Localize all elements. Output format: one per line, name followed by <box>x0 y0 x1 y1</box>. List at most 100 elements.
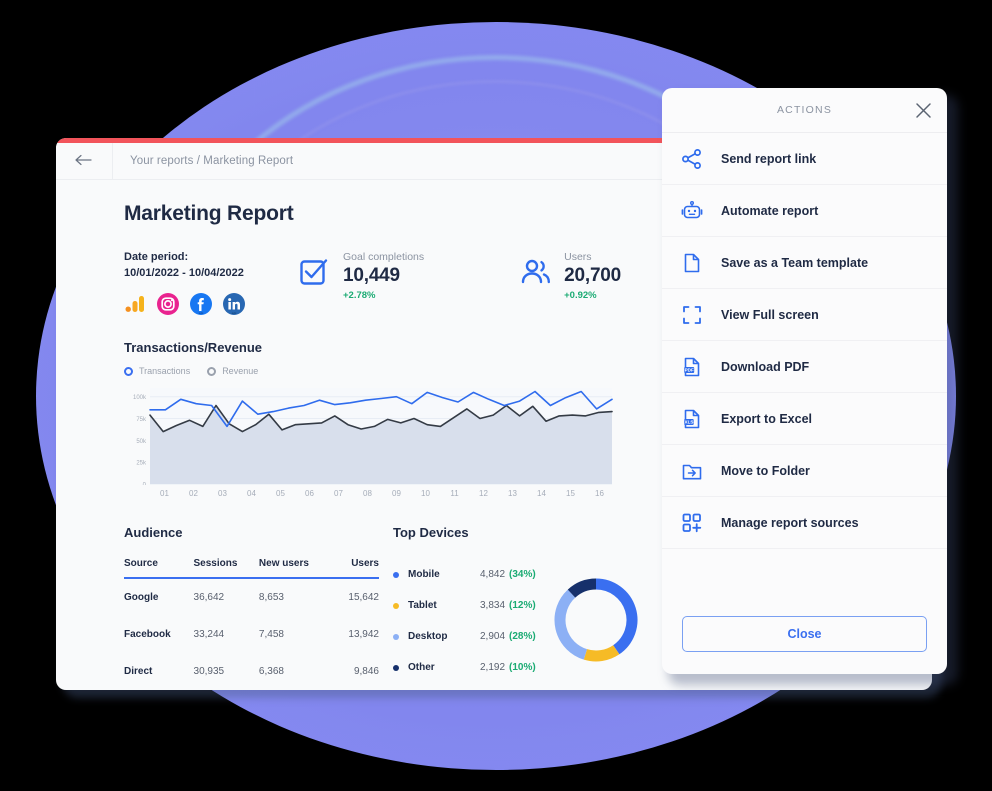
chart-x-tick-label: 15 <box>566 489 575 498</box>
date-period-block: Date period: 10/01/2022 - 10/04/2022 ads… <box>124 251 299 315</box>
chart-x-tick-label: 01 <box>160 489 169 498</box>
device-name: Mobile <box>408 569 440 580</box>
chart-y-tick-label: 25k <box>136 461 147 467</box>
action-item-export-to-excel[interactable]: XLS Export to Excel <box>662 393 947 445</box>
fullscreen-icon <box>681 304 703 326</box>
chart-y-tick-label: 100k <box>133 395 147 401</box>
chart-y-tick-label: 50k <box>136 439 147 445</box>
linkedin-ads-icon[interactable]: ads <box>223 293 245 315</box>
action-item-send-report-link[interactable]: Send report link <box>662 133 947 185</box>
legend-marker-icon <box>207 366 217 376</box>
chart-x-tick-label: 07 <box>334 489 343 498</box>
device-color-dot <box>393 633 399 640</box>
chart-x-tick-label: 10 <box>421 489 430 498</box>
donut-segment <box>567 578 597 598</box>
metric-goal-completions: Goal completions 10,449 +2.78% <box>299 251 424 301</box>
chart-x-tick-label: 02 <box>189 489 198 498</box>
chart-x-tick-label: 16 <box>595 489 604 498</box>
table-cell: 15,642 <box>348 592 379 603</box>
device-value: 4,842 <box>480 569 506 580</box>
legend-item-transactions[interactable]: Transactions <box>124 366 190 376</box>
chart-x-axis: 01 02 03 04 05 06 07 08 09 10 11 12 13 14 15 16 <box>150 489 614 498</box>
action-item-label: View Full screen <box>721 307 819 322</box>
action-item-automate-report[interactable]: Automate report <box>662 185 947 237</box>
chart-x-tick-label: 11 <box>450 489 459 498</box>
action-item-download-pdf[interactable]: PDF Download PDF <box>662 341 947 393</box>
action-item-move-to-folder[interactable]: Move to Folder <box>662 445 947 497</box>
action-item-view-full-screen[interactable]: View Full screen <box>662 289 947 341</box>
chart-y-tick-label: 75k <box>136 417 147 423</box>
metric-delta: +2.78% <box>343 290 376 301</box>
audience-title: Audience <box>124 525 183 540</box>
action-item-manage-report-sources[interactable]: Manage report sources <box>662 497 947 549</box>
device-value: 2,192 <box>480 662 506 673</box>
device-color-dot <box>393 571 399 578</box>
chart-legend: Transactions Revenue <box>124 366 614 376</box>
date-period-value: 10/01/2022 - 10/04/2022 <box>124 267 244 279</box>
metric-label: Users <box>564 251 592 263</box>
device-name: Other <box>408 662 435 673</box>
actions-panel-header: ACTIONS <box>662 88 947 133</box>
back-button[interactable] <box>56 143 113 179</box>
document-icon <box>681 252 703 274</box>
users-icon <box>520 257 551 288</box>
goal-check-icon <box>299 257 330 288</box>
metric-users: Users 20,700 +0.92% <box>520 251 621 301</box>
table-cell: 6,368 <box>258 666 284 677</box>
table-row: Direct 30,935 6,368 9,846 <box>124 653 379 690</box>
column-header: Users <box>351 558 379 569</box>
google-analytics-icon[interactable] <box>124 293 146 315</box>
svg-text:ads: ads <box>199 311 204 315</box>
table-cell: 8,653 <box>258 592 284 603</box>
pdf-file-icon: PDF <box>681 356 703 378</box>
facebook-ads-icon[interactable]: ads <box>190 293 212 315</box>
device-name: Desktop <box>408 631 448 642</box>
date-period-label: Date period: <box>124 251 189 263</box>
metric-delta: +0.92% <box>564 290 597 301</box>
table-cell: 30,935 <box>193 666 225 677</box>
close-icon[interactable] <box>914 101 933 120</box>
table-cell-source: Google <box>124 592 159 603</box>
action-item-save-as-a-team-template[interactable]: Save as a Team template <box>662 237 947 289</box>
action-item-label: Send report link <box>721 151 817 166</box>
table-cell-source: Facebook <box>124 629 171 640</box>
chart-x-tick-label: 03 <box>218 489 227 498</box>
close-button[interactable]: Close <box>682 616 927 652</box>
table-header-row: Source Sessions New users Users <box>124 558 379 578</box>
actions-panel-title: ACTIONS <box>776 104 833 116</box>
device-percent: (28%) <box>509 631 536 642</box>
share-icon <box>681 148 703 170</box>
action-item-label: Manage report sources <box>721 515 859 530</box>
breadcrumb[interactable]: Your reports / Marketing Report <box>113 155 293 167</box>
table-cell-source: Direct <box>124 666 153 677</box>
device-percent: (10%) <box>509 662 536 673</box>
legend-item-revenue[interactable]: Revenue <box>207 366 258 376</box>
move-folder-icon <box>681 460 703 482</box>
transactions-revenue-chart: Transactions/Revenue Transactions Revenu… <box>124 340 614 498</box>
top-devices-panel: Top Devices Mobile 4,842 (34%) Tablet 3,834(… <box>393 525 643 690</box>
legend-label: Revenue <box>222 366 259 376</box>
chart-x-tick-label: 06 <box>305 489 314 498</box>
chart-x-tick-label: 13 <box>508 489 517 498</box>
audience-panel: Audience Source Sessions New users Users Go… <box>124 525 379 690</box>
chart-y-tick-label: 0 <box>143 483 147 486</box>
column-header: New users <box>258 558 309 569</box>
svg-text:XLS: XLS <box>685 419 694 424</box>
legend-marker-icon <box>124 366 133 376</box>
device-value: 2,904 <box>480 631 506 642</box>
action-item-label: Move to Folder <box>721 463 810 478</box>
metric-value: 10,449 <box>343 265 400 286</box>
column-header: Source <box>124 558 158 569</box>
column-header: Sessions <box>193 558 238 569</box>
chart-title: Transactions/Revenue <box>124 340 262 355</box>
devices-donut-chart <box>554 578 638 662</box>
xls-file-icon: XLS <box>681 408 703 430</box>
instagram-icon[interactable] <box>157 293 179 315</box>
chart-x-tick-label: 05 <box>276 489 285 498</box>
device-percent: (12%) <box>509 600 536 611</box>
device-color-dot <box>393 602 399 609</box>
device-color-dot <box>393 664 399 671</box>
grid-plus-icon <box>681 512 703 534</box>
action-item-label: Save as a Team template <box>721 255 869 270</box>
table-cell: 36,642 <box>193 592 225 603</box>
